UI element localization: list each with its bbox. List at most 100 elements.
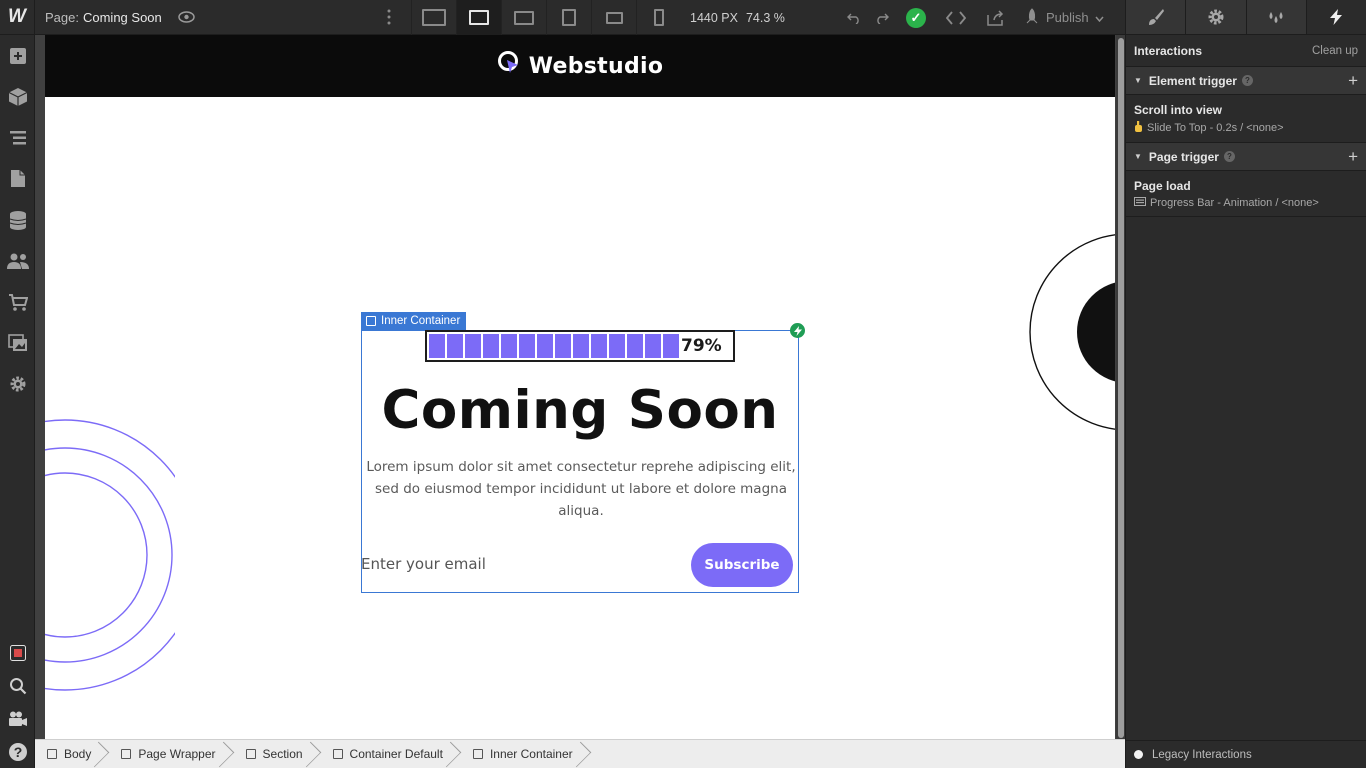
left-sidebar: ? bbox=[0, 35, 35, 768]
decorative-circle-right bbox=[1029, 234, 1115, 430]
preview-eye-icon[interactable] bbox=[168, 0, 204, 35]
pages-icon[interactable] bbox=[0, 158, 35, 199]
share-icon[interactable] bbox=[976, 0, 1016, 35]
toggle-dot-icon bbox=[1134, 750, 1143, 759]
canvas-scrollbar-thumb[interactable] bbox=[1118, 38, 1124, 738]
trigger-description-text: Progress Bar - Animation / <none> bbox=[1150, 197, 1319, 209]
page-label: Page: bbox=[45, 9, 79, 25]
breakpoint-desktop-large-icon[interactable] bbox=[411, 0, 456, 35]
webstudio-logo[interactable]: W bbox=[0, 0, 35, 35]
sync-status-check-icon[interactable]: ✓ bbox=[896, 0, 936, 35]
element-trigger-label: Element trigger bbox=[1148, 73, 1237, 88]
page-preview[interactable]: Webstudio Inner Container 79% Coming Soo… bbox=[45, 35, 1115, 739]
breadcrumb-item-container-default[interactable]: Container Default bbox=[315, 740, 455, 768]
add-element-trigger-plus-icon[interactable]: + bbox=[1348, 71, 1358, 91]
data-database-icon[interactable] bbox=[0, 199, 35, 240]
assets-images-icon[interactable] bbox=[0, 322, 35, 363]
box-icon bbox=[121, 749, 132, 759]
breadcrumb-item-inner-container[interactable]: Inner Container bbox=[455, 740, 585, 768]
svg-text:?: ? bbox=[13, 744, 22, 760]
element-trigger-section[interactable]: ▼ Element trigger ? + bbox=[1126, 67, 1366, 95]
components-box-icon[interactable] bbox=[0, 76, 35, 117]
help-question-icon[interactable]: ? bbox=[1223, 151, 1235, 162]
code-icon[interactable] bbox=[936, 0, 976, 35]
progress-fill bbox=[429, 334, 681, 358]
selected-element-label[interactable]: Inner Container bbox=[361, 312, 467, 330]
progress-segment bbox=[447, 334, 463, 358]
progress-segment bbox=[483, 334, 499, 358]
decorative-circles-left bbox=[45, 419, 175, 691]
breakpoint-mobile-icon[interactable] bbox=[636, 0, 681, 35]
progress-segment bbox=[537, 334, 553, 358]
progress-segment bbox=[663, 334, 679, 358]
breadcrumb-label: Container Default bbox=[349, 747, 443, 761]
tab-drops-icon[interactable] bbox=[1246, 0, 1307, 34]
more-vertical-icon[interactable] bbox=[378, 0, 400, 35]
legacy-label: Legacy Interactions bbox=[1152, 748, 1252, 761]
subscribe-button[interactable]: Subscribe bbox=[691, 543, 793, 587]
users-icon[interactable] bbox=[0, 240, 35, 281]
progress-segment bbox=[591, 334, 607, 358]
canvas-area: Webstudio Inner Container 79% Coming Soo… bbox=[35, 35, 1125, 739]
page-description[interactable]: Lorem ipsum dolor sit amet consectetur r… bbox=[361, 456, 801, 522]
settings-gear-icon[interactable] bbox=[0, 363, 35, 404]
page-trigger-entry[interactable]: Page load Progress Bar - Animation / <no… bbox=[1126, 171, 1366, 217]
breakpoint-group bbox=[411, 0, 681, 35]
breadcrumb-label: Inner Container bbox=[489, 747, 573, 761]
add-component-plus-icon[interactable] bbox=[0, 35, 35, 76]
publish-label: Publish bbox=[1046, 10, 1089, 25]
email-input[interactable] bbox=[361, 553, 661, 575]
box-icon bbox=[366, 316, 376, 326]
record-stop-icon[interactable] bbox=[0, 636, 35, 669]
interaction-bolt-icon[interactable] bbox=[790, 323, 805, 338]
page-trigger-section[interactable]: ▼ Page trigger ? + bbox=[1126, 143, 1366, 171]
trigger-name: Scroll into view bbox=[1134, 103, 1223, 117]
page-heading[interactable]: Coming Soon bbox=[361, 380, 799, 441]
top-bar: W Page: Coming Soon 1440 PX 74.3 % ✓ Pub… bbox=[0, 0, 1125, 35]
section-icon bbox=[245, 749, 256, 759]
undo-icon[interactable] bbox=[840, 0, 868, 35]
page-trigger-label: Page trigger bbox=[1148, 149, 1219, 164]
breadcrumb: Body Page Wrapper Section Container Defa… bbox=[35, 739, 1125, 768]
help-question-icon[interactable]: ? bbox=[0, 735, 35, 768]
caret-down-icon: ▼ bbox=[1134, 76, 1142, 85]
breakpoint-desktop-icon[interactable] bbox=[456, 0, 501, 35]
clean-up-button[interactable]: Clean up bbox=[1312, 45, 1358, 57]
navigator-layers-icon[interactable] bbox=[0, 117, 35, 158]
redo-icon[interactable] bbox=[868, 0, 896, 35]
right-toolbar: ✓ Publish bbox=[840, 0, 1104, 35]
page-selector[interactable]: Page: Coming Soon bbox=[35, 10, 168, 25]
breadcrumb-item-page-wrapper[interactable]: Page Wrapper bbox=[103, 740, 227, 768]
tab-interactions-bolt-icon[interactable] bbox=[1306, 0, 1366, 34]
breadcrumb-item-section[interactable]: Section bbox=[228, 740, 315, 768]
container-icon bbox=[332, 749, 343, 759]
progress-segment bbox=[465, 334, 481, 358]
trigger-description: Progress Bar - Animation / <none> bbox=[1134, 197, 1358, 209]
breakpoint-laptop-icon[interactable] bbox=[501, 0, 546, 35]
progress-segment bbox=[627, 334, 643, 358]
legacy-interactions-toggle[interactable]: Legacy Interactions bbox=[1126, 740, 1366, 768]
body-icon bbox=[47, 749, 57, 759]
chevron-down-icon bbox=[1095, 10, 1104, 25]
panel-tabs bbox=[1126, 0, 1366, 35]
commerce-cart-icon[interactable] bbox=[0, 281, 35, 322]
tab-style-brush-icon[interactable] bbox=[1126, 0, 1187, 34]
element-trigger-entry[interactable]: Scroll into view Slide To Top - 0.2s / <… bbox=[1126, 95, 1366, 143]
breakpoint-tablet-landscape-icon[interactable] bbox=[591, 0, 636, 35]
breakpoint-tablet-icon[interactable] bbox=[546, 0, 591, 35]
publish-button[interactable]: Publish bbox=[1024, 8, 1104, 27]
tab-settings-gear-icon[interactable] bbox=[1186, 0, 1247, 34]
interactions-title: Interactions bbox=[1134, 43, 1203, 58]
help-question-icon[interactable]: ? bbox=[1241, 75, 1253, 86]
progress-segment bbox=[519, 334, 535, 358]
video-team-icon[interactable] bbox=[0, 702, 35, 735]
box-icon bbox=[472, 749, 483, 759]
site-brand[interactable]: Webstudio bbox=[497, 50, 664, 82]
site-header[interactable]: Webstudio bbox=[45, 35, 1115, 97]
webstudio-app: W Page: Coming Soon 1440 PX 74.3 % ✓ Pub… bbox=[0, 0, 1366, 768]
breadcrumb-item-body[interactable]: Body bbox=[35, 740, 103, 768]
add-page-trigger-plus-icon[interactable]: + bbox=[1348, 147, 1358, 167]
canvas-size-info[interactable]: 1440 PX 74.3 % bbox=[690, 0, 785, 35]
trigger-description-text: Slide To Top - 0.2s / <none> bbox=[1147, 122, 1284, 134]
search-icon[interactable] bbox=[0, 669, 35, 702]
